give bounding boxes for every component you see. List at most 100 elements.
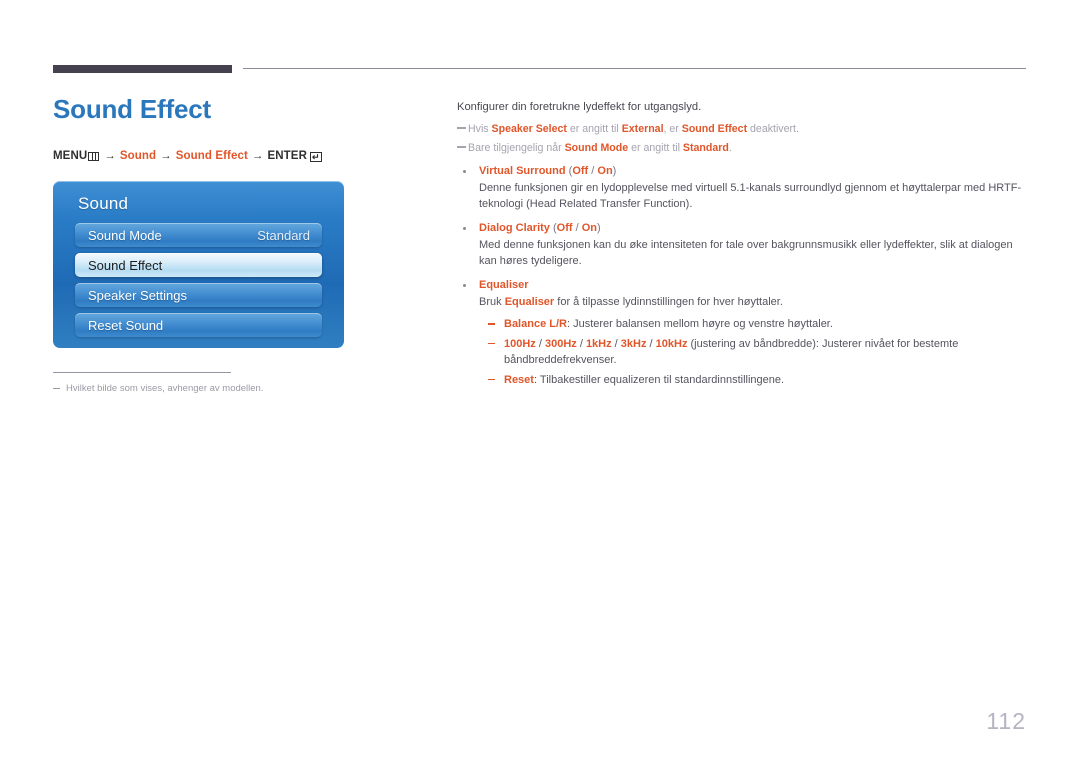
bullet-dot-icon [463, 226, 466, 230]
header-rules [0, 0, 1080, 80]
osd-menu-item-label: Sound Mode [88, 227, 162, 243]
bullet-dot-icon [463, 283, 466, 287]
osd-menu-item-label: Reset Sound [88, 317, 164, 333]
left-column: Sound Effect MENU → Sound → Sound Effect… [53, 92, 433, 162]
text-fragment: Hvis [468, 122, 492, 135]
text-fragment: Denne funksjonen gir en lydopplevelse me… [479, 181, 1022, 211]
sub-bullet-row: Balance L/R: Justerer balansen mellom hø… [479, 316, 1029, 333]
page-title: Sound Effect [53, 94, 211, 124]
text-fragment: / [646, 337, 656, 350]
text-fragment: 10kHz [655, 337, 688, 350]
bullet-row: Dialog Clarity (Off / On) Med denne funks… [457, 220, 1029, 270]
menu-path-step-1: Sound [119, 150, 157, 162]
text-fragment: 100Hz [504, 337, 536, 350]
left-footnote-line: Hvilket bilde som vises, avhenger av mod… [53, 382, 353, 395]
text-fragment: Equaliser [504, 295, 555, 308]
bullet-heading-options: (Off / On) [566, 165, 617, 177]
text-fragment: Standard [682, 141, 729, 154]
bullet-description: Bruk Equaliser for å tilpasse lydinnstil… [479, 294, 1029, 311]
sub-bullet-dash-icon [488, 378, 495, 381]
note-text: Bare tilgjengelig når Sound Mode er angi… [468, 140, 732, 156]
osd-panel-title: Sound [78, 194, 129, 213]
menu-path-arrow-2: → [160, 150, 172, 162]
menu-path-arrow-3: → [251, 150, 264, 162]
heading-option-value: Off [556, 221, 573, 234]
text-fragment: : Justerer balansen mellom høyre og vens… [566, 318, 833, 330]
text-fragment: Sound Mode [564, 141, 629, 154]
sub-bullet-dash-icon [488, 342, 495, 345]
sub-bullet-row: Reset: Tilbakestiller equalizeren til st… [479, 372, 1029, 389]
bullet-description: Med denne funksjonen kan du øke intensit… [479, 237, 1029, 270]
left-footnote-text: Hvilket bilde som vises, avhenger av mod… [66, 383, 264, 394]
bullet-heading-label: Dialog Clarity [479, 221, 550, 234]
bullet-sublist: Balance L/R: Justerer balansen mellom hø… [479, 316, 1029, 388]
header-rule-thin [243, 68, 1026, 69]
heading-option-value: On [581, 221, 597, 234]
bullet-dot-icon [463, 169, 466, 173]
text-fragment: 1kHz [585, 337, 612, 350]
text-fragment: Speaker Select [491, 122, 567, 135]
sub-bullet-dash-icon [488, 323, 495, 325]
osd-menu-item-value: Standard [257, 227, 310, 243]
note-row: Hvis Speaker Select er angitt til Extern… [457, 121, 1029, 137]
bullet-row: Virtual Surround (Off / On) Denne funksjo… [457, 163, 1029, 213]
bullet-heading: Equaliser [479, 277, 1029, 293]
text-fragment: 3kHz [620, 337, 647, 350]
note-dash-icon [457, 145, 466, 148]
heading-option-separator: / [588, 164, 598, 177]
bullet-body: Dialog Clarity (Off / On) Med denne funks… [479, 220, 1029, 270]
bullet-row: Equaliser Bruk Equaliser for å tilpasse l… [457, 277, 1029, 389]
sub-bullet-text: 100Hz / 300Hz / 1kHz / 3kHz / 10kHz (jus… [504, 336, 1029, 369]
text-fragment: Balance L/R [504, 318, 567, 330]
osd-menu-item[interactable]: Speaker Settings [75, 283, 322, 307]
bullet-heading-label: Virtual Surround [479, 164, 566, 177]
text-fragment: : Tilbakestiller equalizeren til standar… [533, 373, 785, 386]
text-fragment: 300Hz [544, 337, 577, 350]
heading-close-paren: ) [596, 221, 601, 234]
heading-option-value: On [597, 164, 613, 177]
text-fragment: Bruk [479, 295, 505, 308]
bullet-heading: Virtual Surround (Off / On) [479, 163, 1029, 179]
text-fragment: Bare tilgjengelig når [468, 141, 565, 154]
text-fragment: for å tilpasse lydinnstillingen for hver… [554, 295, 783, 308]
bullet-heading-options: (Off / On) [550, 222, 601, 234]
left-footnote: Hvilket bilde som vises, avhenger av mod… [53, 372, 353, 395]
sub-bullet-text: Balance L/R: Justerer balansen mellom hø… [504, 316, 1029, 333]
text-fragment: Sound Effect [681, 122, 748, 135]
text-fragment: / [611, 337, 621, 350]
sub-bullet-text: Reset: Tilbakestiller equalizeren til st… [504, 372, 1029, 389]
menu-bars-icon [88, 152, 100, 161]
note-dash-icon [457, 126, 466, 129]
text-fragment: deaktivert. [747, 122, 799, 135]
osd-menu-item[interactable]: Reset Sound [75, 313, 322, 337]
page-number: 112 [986, 708, 1026, 734]
left-footnote-dash-icon [53, 388, 60, 390]
text-fragment: / [576, 337, 586, 350]
osd-menu-item-label: Speaker Settings [88, 287, 188, 303]
menu-path-arrow-1: → [104, 150, 116, 162]
enter-return-glyph: ↵ [311, 151, 320, 162]
heading-option-separator: / [572, 221, 582, 234]
osd-menu-list: Sound Mode Standard Sound Effect Speaker Se… [75, 223, 322, 343]
menu-path-step-2: Sound Effect [175, 150, 248, 162]
note-row: Bare tilgjengelig når Sound Mode er angi… [457, 140, 1029, 156]
bullet-heading: Dialog Clarity (Off / On) [479, 220, 1029, 236]
header-rule-thick [53, 65, 232, 73]
right-column: Konfigurer din foretrukne lydeffekt for … [457, 99, 1029, 388]
menu-path-enter-label: ENTER [267, 150, 307, 162]
bullet-body: Equaliser Bruk Equaliser for å tilpasse l… [479, 277, 1029, 389]
text-fragment: Reset [504, 373, 534, 386]
osd-menu-item[interactable]: Sound Effect [75, 253, 322, 277]
menu-path-menu-label: MENU [53, 150, 88, 162]
notes-container: Hvis Speaker Select er angitt til Extern… [457, 121, 1029, 156]
bullet-description: Denne funksjonen gir en lydopplevelse me… [479, 180, 1029, 213]
text-fragment: , er [663, 122, 682, 135]
heading-option-value: Off [572, 164, 589, 177]
bullet-heading-label: Equaliser [479, 278, 529, 291]
menu-path-breadcrumb: MENU → Sound → Sound Effect → ENTER ↵ [53, 150, 433, 162]
text-fragment: er angitt til [628, 141, 683, 154]
osd-menu-item[interactable]: Sound Mode Standard [75, 223, 322, 247]
osd-sound-menu-panel: Sound Sound Mode Standard Sound Effect Spea… [53, 181, 344, 348]
enter-return-icon: ↵ [309, 151, 322, 162]
bullet-body: Virtual Surround (Off / On) Denne funksjo… [479, 163, 1029, 213]
